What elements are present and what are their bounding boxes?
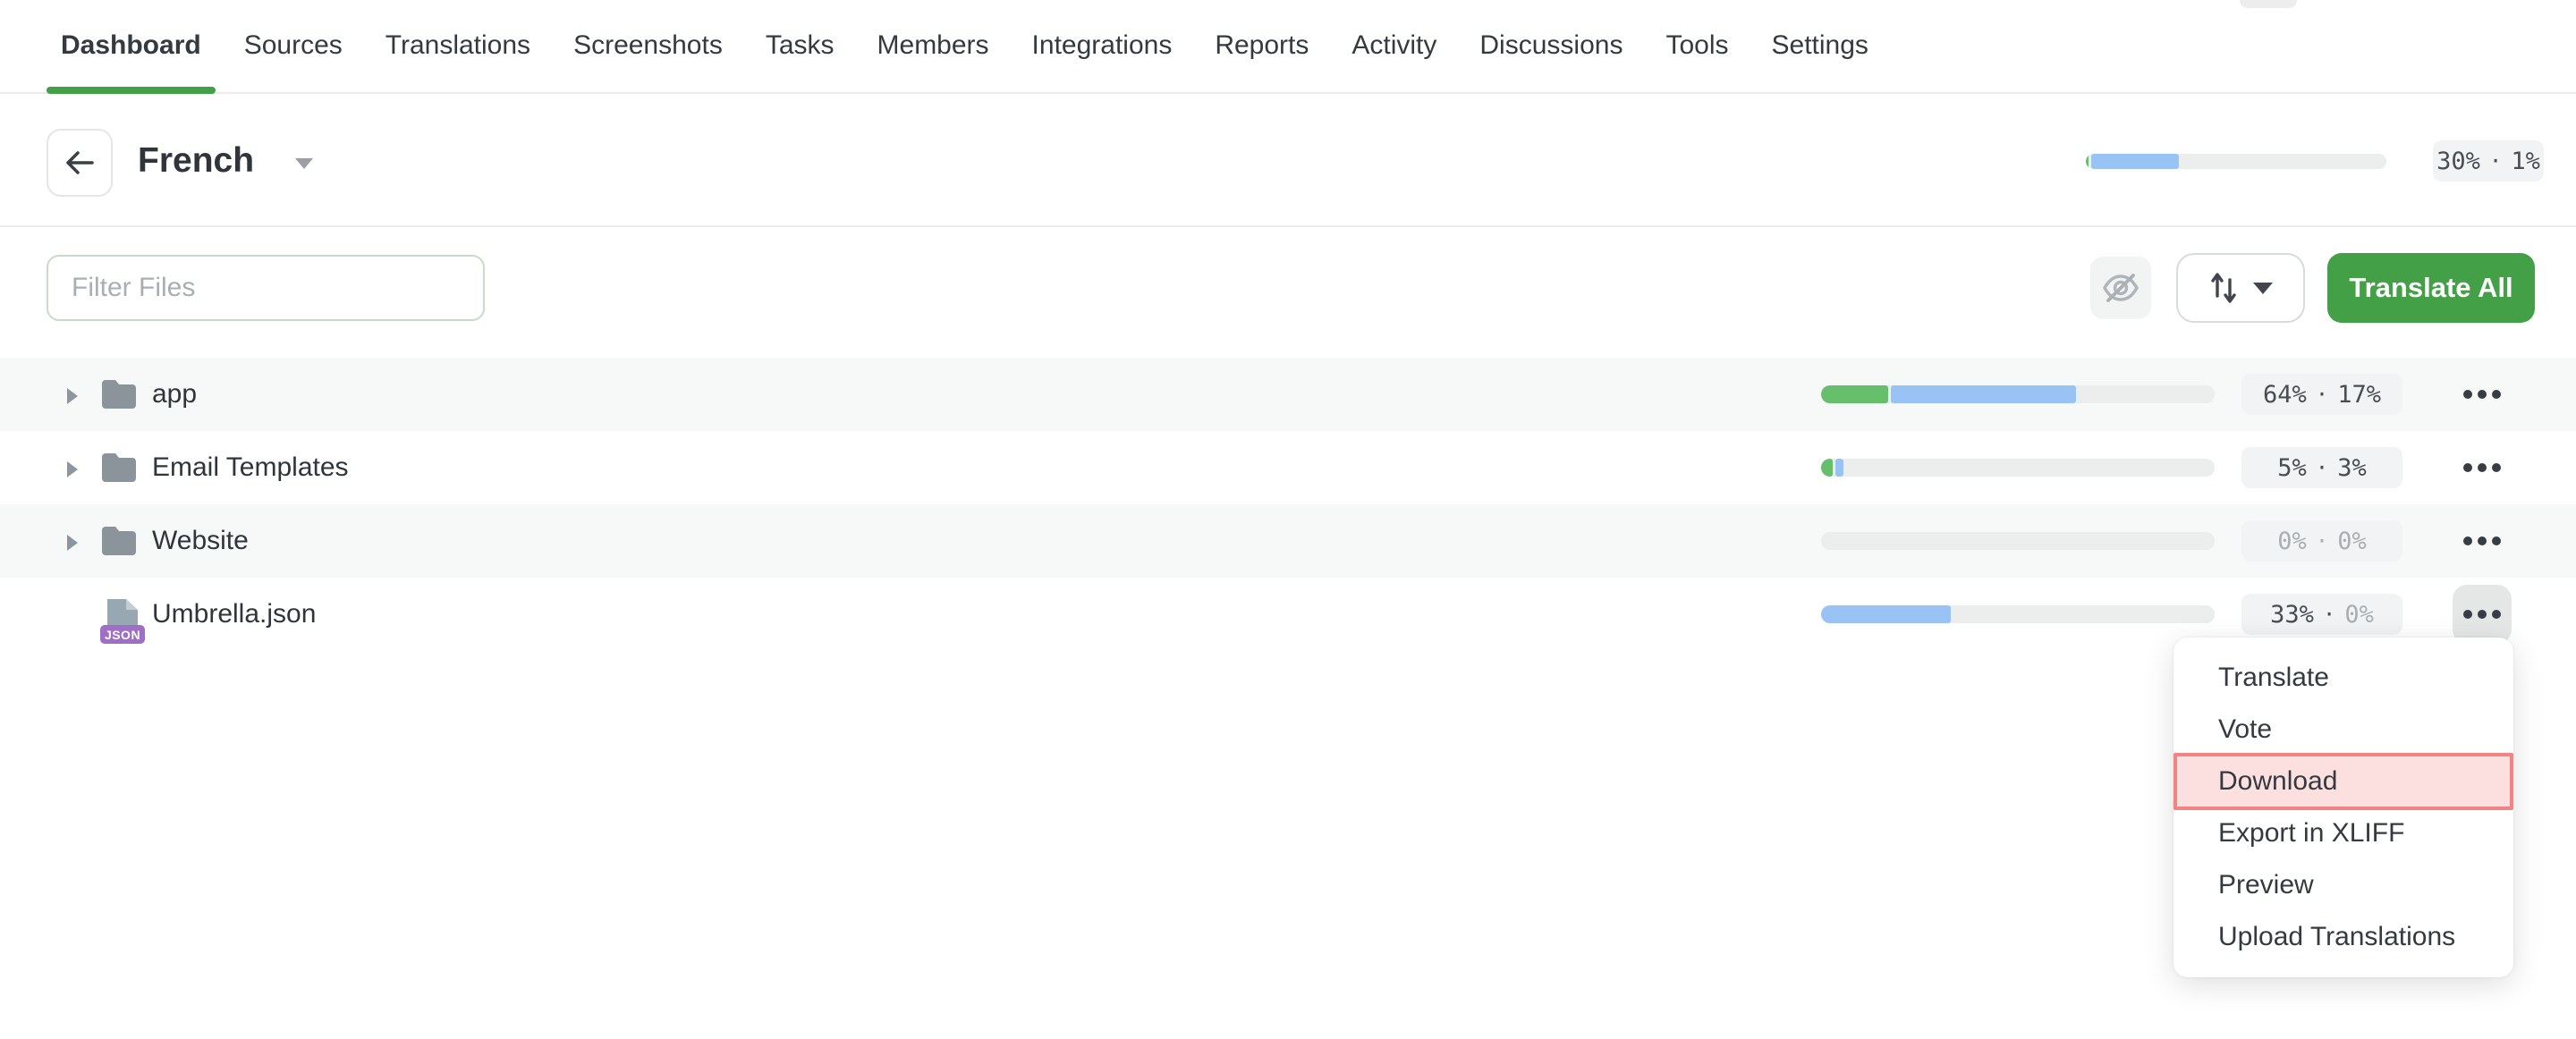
file-name[interactable]: Umbrella.json [152,578,316,651]
filter-files-input[interactable] [47,255,485,321]
translated-segment [2091,154,2178,169]
translated-segment [1835,459,1843,477]
row-menu-button[interactable] [2453,511,2512,570]
json-badge: JSON [100,625,145,644]
approved-percent: 3% [2337,454,2367,482]
translated-percent: 33% [2270,601,2314,629]
table-row-email-templates[interactable]: Email Templates 5% · 3% [0,431,2576,504]
progress-bar [1821,605,2215,623]
top-navigation: Dashboard Sources Translations Screensho… [0,0,2576,94]
approved-percent: 17% [2337,381,2381,409]
toggle-hidden-files-button[interactable] [2090,257,2151,319]
approved-percent: 0% [2337,528,2367,555]
dot-separator: · [2316,382,2328,407]
tab-sources[interactable]: Sources [230,0,357,92]
menu-item-export-xliff[interactable]: Export in XLIFF [2174,807,2513,859]
menu-item-upload-translations[interactable]: Upload Translations [2174,911,2513,963]
progress-badge: 0% · 0% [2241,520,2402,562]
dot-separator: · [2323,602,2335,627]
file-name[interactable]: app [152,358,197,431]
menu-item-preview[interactable]: Preview [2174,859,2513,911]
translated-segment [1821,605,1951,623]
progress-bar [1821,532,2215,550]
row-menu-button[interactable] [2453,365,2512,424]
progress-badge: 64% · 17% [2241,374,2402,415]
folder-icon [100,379,138,414]
approved-segment [2086,154,2089,169]
translated-percent: 0% [2277,528,2307,555]
tab-reports[interactable]: Reports [1200,0,1323,92]
files-toolbar: Translate All [0,227,2576,358]
language-progress-badge: 30% · 1% [2433,140,2544,182]
progress-bar [1821,385,2215,403]
row-menu-button[interactable] [2453,585,2512,644]
approved-segment [1821,459,1833,477]
arrow-left-icon [64,149,95,176]
expand-caret-icon[interactable] [67,461,78,477]
menu-item-vote[interactable]: Vote [2174,704,2513,756]
progress-badge: 33% · 0% [2241,594,2402,635]
dot-separator: · [2316,455,2328,480]
tab-members[interactable]: Members [863,0,1004,92]
back-button[interactable] [47,129,113,197]
table-row-website[interactable]: Website 0% · 0% [0,504,2576,578]
remaining-segment [1953,605,2215,623]
progress-badge: 5% · 3% [2241,447,2402,488]
expand-caret-icon[interactable] [67,535,78,551]
tab-screenshots[interactable]: Screenshots [559,0,737,92]
language-progress-bar [2086,154,2386,169]
tab-integrations[interactable]: Integrations [1018,0,1187,92]
approved-percent: 0% [2344,601,2374,629]
row-menu-button[interactable] [2453,438,2512,497]
folder-icon [100,452,138,487]
page-title: French [138,96,254,225]
approved-segment [1821,385,1888,403]
remaining-segment [2182,154,2386,169]
file-name[interactable]: Email Templates [152,431,349,504]
tab-tasks[interactable]: Tasks [751,0,849,92]
file-name[interactable]: Website [152,504,249,578]
tab-activity[interactable]: Activity [1337,0,1451,92]
chevron-down-icon[interactable] [295,158,313,169]
translated-segment [1891,385,2076,403]
dot-separator: · [2316,528,2328,553]
table-row-app[interactable]: app 64% · 17% [0,358,2576,431]
translated-percent: 5% [2277,454,2307,482]
tab-discussions[interactable]: Discussions [1465,0,1637,92]
progress-bar [1821,459,2215,477]
tab-translations[interactable]: Translations [371,0,545,92]
tab-dashboard[interactable]: Dashboard [47,0,216,92]
tab-tools[interactable]: Tools [1651,0,1742,92]
sort-files-button[interactable] [2176,253,2305,323]
remaining-segment [1846,459,2215,477]
sort-arrows-icon [2208,268,2239,308]
row-context-menu: Translate Vote Download Export in XLIFF … [2174,638,2513,977]
remaining-segment [1821,532,2215,550]
eye-off-icon [2101,270,2140,306]
clipped-tooltip-remnant [2240,0,2297,8]
file-list: app 64% · 17% Email Templates 5% · 3% [0,358,2576,651]
translated-percent: 64% [2263,381,2307,409]
menu-item-download[interactable]: Download [2174,753,2513,810]
expand-caret-icon[interactable] [67,388,78,404]
remaining-segment [2079,385,2215,403]
tab-settings[interactable]: Settings [1758,0,1883,92]
dot-separator: · [2489,148,2502,173]
translated-percent: 30% [2436,148,2480,175]
menu-item-translate[interactable]: Translate [2174,652,2513,704]
folder-icon [100,526,138,561]
chevron-down-icon [2253,283,2273,294]
approved-percent: 1% [2511,148,2540,175]
translate-all-button[interactable]: Translate All [2327,253,2535,323]
language-header: French 30% · 1% [0,96,2576,227]
